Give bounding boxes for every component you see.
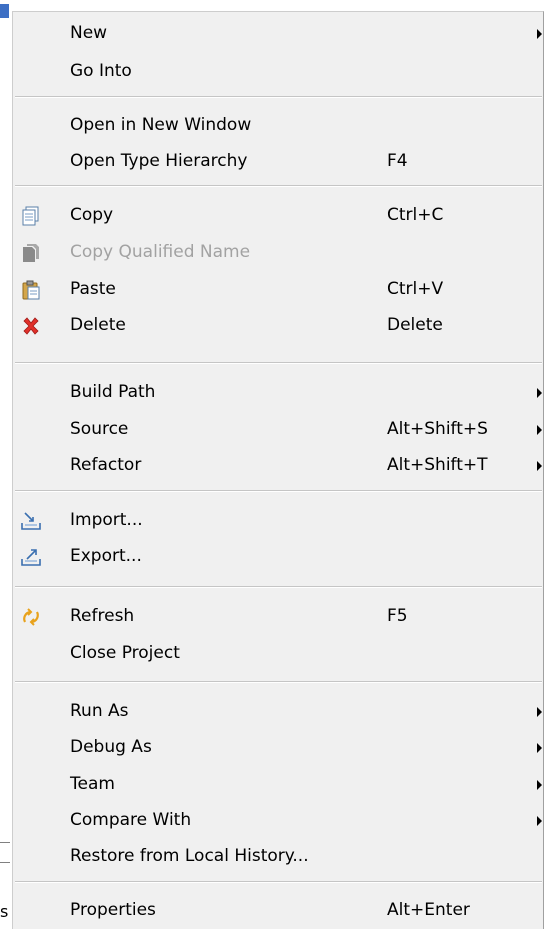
menu-item-copy-qualified-name[interactable]: Copy Qualified Name bbox=[13, 238, 544, 268]
menu-item-label: Go Into bbox=[70, 61, 132, 81]
submenu-arrow-icon bbox=[537, 707, 542, 717]
submenu-arrow-icon bbox=[537, 461, 542, 471]
submenu-arrow-icon bbox=[537, 388, 542, 398]
menu-item-compare-with[interactable]: Compare With bbox=[13, 806, 544, 836]
menu-item-shortcut: Alt+Enter bbox=[387, 900, 470, 920]
context-menu: New Go Into Open in New Window Open Type… bbox=[12, 11, 544, 929]
import-icon bbox=[21, 511, 41, 531]
submenu-arrow-icon bbox=[537, 780, 542, 790]
menu-separator bbox=[15, 490, 542, 492]
menu-item-label: Copy bbox=[70, 205, 114, 225]
menu-item-open-type-hierarchy[interactable]: Open Type Hierarchy F4 bbox=[13, 147, 544, 177]
menu-separator bbox=[15, 96, 542, 98]
menu-item-export[interactable]: Export... bbox=[13, 542, 544, 572]
background-window-left bbox=[0, 0, 12, 929]
menu-item-open-in-new-window[interactable]: Open in New Window bbox=[13, 111, 544, 141]
menu-item-label: Build Path bbox=[70, 382, 156, 402]
submenu-arrow-icon bbox=[537, 816, 542, 826]
background-text-fragment: s bbox=[0, 902, 9, 921]
menu-item-label: Refresh bbox=[70, 606, 135, 626]
menu-item-shortcut: Delete bbox=[387, 315, 443, 335]
menu-item-delete[interactable]: Delete Delete bbox=[13, 311, 544, 341]
copy-qualified-name-icon bbox=[21, 243, 41, 263]
menu-item-label: New bbox=[70, 23, 108, 43]
copy-icon bbox=[21, 206, 41, 226]
menu-separator bbox=[15, 586, 542, 588]
submenu-arrow-icon bbox=[537, 425, 542, 435]
submenu-arrow-icon bbox=[537, 743, 542, 753]
delete-icon bbox=[21, 316, 41, 336]
background-selection-fragment bbox=[0, 4, 9, 18]
menu-item-label: Source bbox=[70, 419, 129, 439]
menu-item-label: Compare With bbox=[70, 810, 192, 830]
refresh-icon bbox=[21, 607, 41, 627]
menu-item-team[interactable]: Team bbox=[13, 770, 544, 800]
menu-item-run-as[interactable]: Run As bbox=[13, 697, 544, 727]
menu-item-shortcut: Ctrl+V bbox=[387, 279, 444, 299]
menu-item-restore-from-local-history[interactable]: Restore from Local History... bbox=[13, 842, 544, 872]
menu-item-refresh[interactable]: Refresh F5 bbox=[13, 602, 544, 632]
menu-item-shortcut: F4 bbox=[387, 151, 408, 171]
menu-item-copy[interactable]: Copy Ctrl+C bbox=[13, 201, 544, 231]
menu-separator bbox=[15, 881, 542, 883]
menu-item-label: Export... bbox=[70, 546, 142, 566]
menu-item-refactor[interactable]: Refactor Alt+Shift+T bbox=[13, 451, 544, 481]
menu-item-label: Run As bbox=[70, 701, 129, 721]
menu-item-close-project[interactable]: Close Project bbox=[13, 639, 544, 669]
menu-item-debug-as[interactable]: Debug As bbox=[13, 733, 544, 763]
menu-item-import[interactable]: Import... bbox=[13, 506, 544, 536]
menu-item-label: Open in New Window bbox=[70, 115, 252, 135]
menu-item-label: Refactor bbox=[70, 455, 142, 475]
menu-separator bbox=[15, 681, 542, 683]
menu-item-label: Close Project bbox=[70, 643, 180, 663]
menu-item-label: Import... bbox=[70, 510, 143, 530]
menu-item-shortcut: Alt+Shift+T bbox=[387, 455, 488, 475]
menu-item-label: Paste bbox=[70, 279, 116, 299]
menu-item-label: Debug As bbox=[70, 737, 152, 757]
menu-item-shortcut: F5 bbox=[387, 606, 408, 626]
menu-item-shortcut: Alt+Shift+S bbox=[387, 419, 488, 439]
menu-item-build-path[interactable]: Build Path bbox=[13, 378, 544, 408]
menu-item-paste[interactable]: Paste Ctrl+V bbox=[13, 275, 544, 305]
menu-item-source[interactable]: Source Alt+Shift+S bbox=[13, 415, 544, 445]
submenu-arrow-icon bbox=[537, 29, 542, 39]
menu-separator bbox=[15, 185, 542, 187]
menu-item-label: Open Type Hierarchy bbox=[70, 151, 248, 171]
menu-item-label: Properties bbox=[70, 900, 156, 920]
menu-item-label: Restore from Local History... bbox=[70, 846, 309, 866]
menu-item-new[interactable]: New bbox=[13, 19, 544, 49]
menu-item-shortcut: Ctrl+C bbox=[387, 205, 444, 225]
menu-item-properties[interactable]: Properties Alt+Enter bbox=[13, 896, 544, 926]
export-icon bbox=[21, 547, 41, 567]
menu-item-label: Team bbox=[70, 774, 115, 794]
paste-icon bbox=[21, 280, 41, 300]
background-divider bbox=[0, 842, 10, 843]
menu-item-label: Copy Qualified Name bbox=[70, 242, 251, 262]
menu-separator bbox=[15, 362, 542, 364]
background-divider bbox=[0, 862, 10, 863]
menu-item-go-into[interactable]: Go Into bbox=[13, 57, 544, 87]
menu-item-label: Delete bbox=[70, 315, 126, 335]
